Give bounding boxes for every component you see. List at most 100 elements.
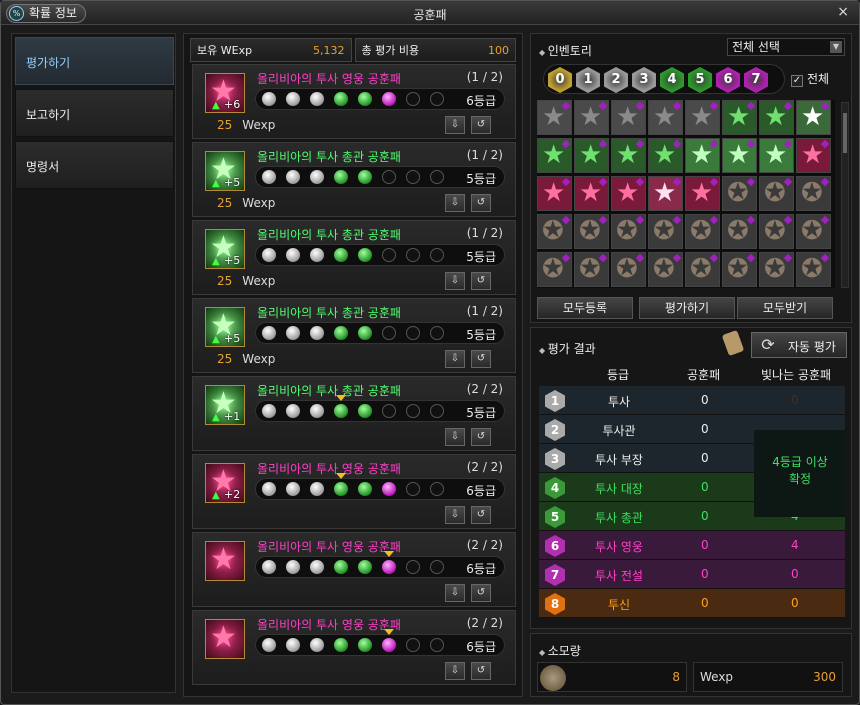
reset-icon[interactable]: ↺ <box>471 662 491 680</box>
register-icon[interactable]: ⇩ <box>445 194 465 212</box>
inventory-slot[interactable]: ✪ <box>759 214 794 249</box>
reset-icon[interactable]: ↺ <box>471 116 491 134</box>
medal-list-panel: 보유 WExp 5,132 총 평가 비용 100 ★ ▲ +6 올리비아의 투사 영… <box>183 33 523 697</box>
inventory-slot[interactable]: ★ <box>648 138 683 173</box>
grade-dot <box>358 560 372 574</box>
medal-card[interactable]: ★ ▲ +5 올리비아의 투사 총관 공훈패 (1 / 2) 5등급 25 Wexp ⇩ ↺ <box>192 142 516 217</box>
medal-card[interactable]: ★ 올리비아의 투사 영웅 공훈패 (2 / 2) 6등급 ⇩ ↺ <box>192 532 516 607</box>
register-icon[interactable]: ⇩ <box>445 272 465 290</box>
inventory-slot[interactable]: ★ <box>796 100 831 135</box>
held-wexp: 보유 WExp 5,132 <box>190 38 352 62</box>
register-icon[interactable]: ⇩ <box>445 116 465 134</box>
medal-grade: 5등급 <box>466 172 496 186</box>
medal-card[interactable]: ★ ▲ +5 올리비아의 투사 총관 공훈패 (1 / 2) 5등급 25 Wexp ⇩ ↺ <box>192 298 516 373</box>
medal-card[interactable]: ★ 올리비아의 투사 영웅 공훈패 (2 / 2) 6등급 ⇩ ↺ <box>192 610 516 685</box>
inventory-slot[interactable]: ✪ <box>574 214 609 249</box>
auto-evaluate-button[interactable]: ⟳ 자동 평가 <box>751 332 847 358</box>
grade-filter-1[interactable]: 1 <box>576 67 600 93</box>
inventory-slot[interactable]: ★ <box>722 138 757 173</box>
grade-dot <box>430 638 444 652</box>
inventory-slot[interactable]: ✪ <box>574 252 609 287</box>
reset-icon[interactable]: ↺ <box>471 584 491 602</box>
held-wexp-value: 5,132 <box>313 43 345 57</box>
medal-card[interactable]: ★ ▲ +1 올리비아의 투사 총관 공훈패 (2 / 2) 5등급 ⇩ ↺ <box>192 376 516 451</box>
inventory-slot[interactable]: ✪ <box>648 252 683 287</box>
medal-card[interactable]: ★ ▲ +6 올리비아의 투사 영웅 공훈패 (1 / 2) 6등급 25 Wexp ⇩ ↺ <box>192 64 516 139</box>
reset-icon[interactable]: ↺ <box>471 428 491 446</box>
medal-card[interactable]: ★ ▲ +5 올리비아의 투사 총관 공훈패 (1 / 2) 5등급 25 Wexp ⇩ ↺ <box>192 220 516 295</box>
wexp-unit: Wexp <box>242 196 276 210</box>
inventory-slot[interactable]: ★ <box>759 138 794 173</box>
inventory-slot[interactable]: ★ <box>537 100 572 135</box>
register-icon[interactable]: ⇩ <box>445 428 465 446</box>
inventory-slot[interactable]: ★ <box>796 138 831 173</box>
inventory-slot[interactable]: ✪ <box>722 214 757 249</box>
inventory-slot[interactable]: ✪ <box>796 214 831 249</box>
sidebar-item-report[interactable]: 보고하기 <box>15 89 174 137</box>
grade-name: 투신 <box>607 598 631 612</box>
right-column: 인벤토리 전체 선택 ▼ 01234567 ✓전체 ★★★★★★★★★★★★★★… <box>530 33 852 697</box>
select-all-dropdown[interactable]: 전체 선택 ▼ <box>727 38 845 56</box>
inventory-slot[interactable]: ★ <box>648 100 683 135</box>
inventory-slot[interactable]: ★ <box>722 100 757 135</box>
evaluate-button[interactable]: 평가하기 <box>639 297 735 319</box>
grade-filter-2[interactable]: 2 <box>604 67 628 93</box>
grade-filter-4[interactable]: 4 <box>660 67 684 93</box>
reset-icon[interactable]: ↺ <box>471 272 491 290</box>
inventory-slot[interactable]: ★ <box>537 138 572 173</box>
inventory-slot[interactable]: ✪ <box>685 214 720 249</box>
inventory-slot[interactable]: ✪ <box>722 176 757 211</box>
grade-dot <box>358 638 372 652</box>
grade-filter-3[interactable]: 3 <box>632 67 656 93</box>
inventory-slot[interactable]: ✪ <box>759 176 794 211</box>
select-all-value: 전체 선택 <box>732 40 780 54</box>
sidebar-item-order[interactable]: 명령서 <box>15 141 174 189</box>
reset-icon[interactable]: ↺ <box>471 506 491 524</box>
register-icon[interactable]: ⇩ <box>445 506 465 524</box>
inventory-slot[interactable]: ★ <box>574 138 609 173</box>
close-icon[interactable]: × <box>837 4 849 20</box>
inventory-slot[interactable]: ✪ <box>537 252 572 287</box>
inventory-slot[interactable]: ★ <box>537 176 572 211</box>
grade-filter-5[interactable]: 5 <box>688 67 712 93</box>
inventory-slot[interactable]: ★ <box>611 176 646 211</box>
inventory-slot[interactable]: ★ <box>611 100 646 135</box>
reset-icon[interactable]: ↺ <box>471 350 491 368</box>
receive-all-button[interactable]: 모두받기 <box>737 297 833 319</box>
inventory-slot[interactable]: ★ <box>759 100 794 135</box>
inventory-slot[interactable]: ★ <box>611 138 646 173</box>
inventory-slot[interactable]: ✪ <box>685 252 720 287</box>
medal-icon: ★ ▲ +2 <box>205 463 245 503</box>
register-icon[interactable]: ⇩ <box>445 350 465 368</box>
inventory-slot[interactable]: ★ <box>648 176 683 211</box>
inventory-slot[interactable]: ✪ <box>759 252 794 287</box>
inventory-slot[interactable]: ★ <box>685 176 720 211</box>
sidebar-item-evaluate[interactable]: 평가하기 <box>15 37 174 85</box>
inventory-slot[interactable]: ✪ <box>611 214 646 249</box>
inventory-slot[interactable]: ✪ <box>611 252 646 287</box>
register-icon[interactable]: ⇩ <box>445 662 465 680</box>
inventory-slot[interactable]: ✪ <box>796 176 831 211</box>
grade-filter-6[interactable]: 6 <box>716 67 740 93</box>
all-checkbox[interactable]: ✓ 전체 <box>791 70 829 87</box>
inventory-scrollbar[interactable] <box>841 102 849 288</box>
auto-evaluate-label: 자동 평가 <box>788 340 836 354</box>
inventory-slot[interactable]: ★ <box>574 100 609 135</box>
scrollbar-thumb[interactable] <box>843 113 847 153</box>
register-icon[interactable]: ⇩ <box>445 584 465 602</box>
inventory-slot[interactable]: ✪ <box>537 214 572 249</box>
grade-filter-7[interactable]: 7 <box>744 67 768 93</box>
medal-icon: ★ ▲ +5 <box>205 229 245 269</box>
inventory-slot[interactable]: ✪ <box>722 252 757 287</box>
grade-dot <box>310 92 324 106</box>
inventory-slot[interactable]: ★ <box>574 176 609 211</box>
reset-icon[interactable]: ↺ <box>471 194 491 212</box>
register-all-button[interactable]: 모두등록 <box>537 297 633 319</box>
inventory-slot[interactable]: ✪ <box>796 252 831 287</box>
inventory-slot[interactable]: ✪ <box>648 214 683 249</box>
medal-item-icon: ✪ <box>727 178 749 208</box>
grade-filter-0[interactable]: 0 <box>548 67 572 93</box>
inventory-slot[interactable]: ★ <box>685 100 720 135</box>
medal-card[interactable]: ★ ▲ +2 올리비아의 투사 영웅 공훈패 (2 / 2) 6등급 ⇩ ↺ <box>192 454 516 529</box>
inventory-slot[interactable]: ★ <box>685 138 720 173</box>
